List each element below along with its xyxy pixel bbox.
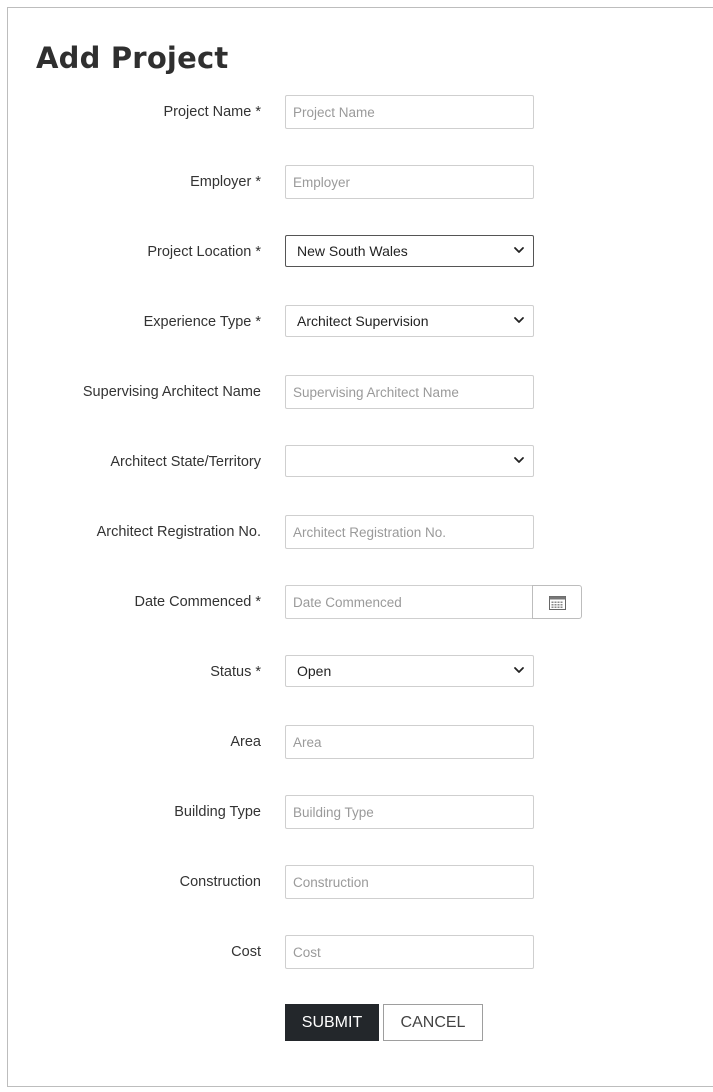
calendar-icon: [549, 596, 566, 610]
project-name-label: Project Name *: [163, 104, 261, 120]
architect-state-select[interactable]: [285, 445, 534, 477]
architect-state-label: Architect State/Territory: [110, 454, 261, 470]
chevron-down-icon: [514, 457, 524, 463]
experience-type-label: Experience Type *: [143, 314, 261, 330]
submit-button[interactable]: SUBMIT: [285, 1004, 379, 1041]
status-select[interactable]: Open: [285, 655, 534, 687]
status-value: Open: [297, 663, 332, 679]
project-location-value: New South Wales: [297, 243, 408, 259]
employer-input[interactable]: [285, 165, 534, 199]
page-title: Add Project: [36, 41, 229, 75]
project-name-row: Project Name *: [0, 95, 713, 129]
architect-state-row: Architect State/Territory: [0, 445, 713, 479]
experience-type-select[interactable]: Architect Supervision: [285, 305, 534, 337]
cancel-button[interactable]: CANCEL: [383, 1004, 483, 1041]
chevron-down-icon: [514, 317, 524, 323]
chevron-down-icon: [514, 247, 524, 253]
status-label: Status *: [210, 664, 261, 680]
employer-label: Employer *: [190, 174, 261, 190]
employer-row: Employer *: [0, 165, 713, 199]
project-location-row: Project Location * New South Wales: [0, 235, 713, 269]
area-row: Area: [0, 725, 713, 759]
supervising-architect-row: Supervising Architect Name: [0, 375, 713, 409]
building-type-row: Building Type: [0, 795, 713, 829]
date-commenced-label: Date Commenced *: [134, 594, 261, 610]
cost-label: Cost: [231, 944, 261, 960]
experience-type-row: Experience Type * Architect Supervision: [0, 305, 713, 339]
construction-row: Construction: [0, 865, 713, 899]
architect-registration-row: Architect Registration No.: [0, 515, 713, 549]
building-type-label: Building Type: [174, 804, 261, 820]
status-row: Status * Open: [0, 655, 713, 689]
date-commenced-input[interactable]: [285, 585, 533, 619]
cost-row: Cost: [0, 935, 713, 969]
supervising-architect-label: Supervising Architect Name: [82, 384, 261, 400]
project-name-input[interactable]: [285, 95, 534, 129]
architect-registration-input[interactable]: [285, 515, 534, 549]
cost-input[interactable]: [285, 935, 534, 969]
date-commenced-row: Date Commenced *: [0, 585, 713, 619]
date-picker-button[interactable]: [532, 585, 582, 619]
building-type-input[interactable]: [285, 795, 534, 829]
architect-registration-label: Architect Registration No.: [96, 524, 261, 540]
area-label: Area: [230, 734, 261, 750]
construction-label: Construction: [179, 874, 261, 890]
project-location-label: Project Location *: [147, 244, 261, 260]
construction-input[interactable]: [285, 865, 534, 899]
supervising-architect-input[interactable]: [285, 375, 534, 409]
area-input[interactable]: [285, 725, 534, 759]
chevron-down-icon: [514, 667, 524, 673]
experience-type-value: Architect Supervision: [297, 313, 429, 329]
project-location-select[interactable]: New South Wales: [285, 235, 534, 267]
